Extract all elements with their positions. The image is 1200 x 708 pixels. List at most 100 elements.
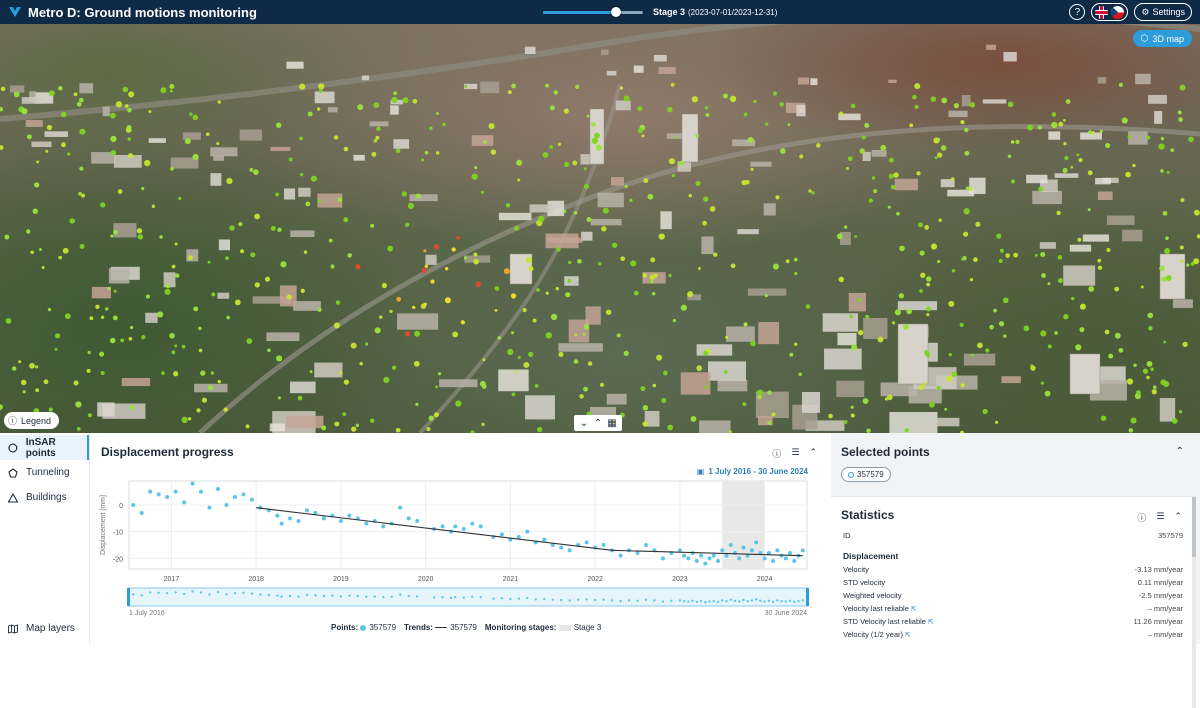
- help-icon[interactable]: ⓘ: [772, 447, 781, 460]
- insar-point-marker: [1159, 265, 1165, 272]
- building: [393, 139, 410, 149]
- chevron-up-icon[interactable]: ⌃: [1176, 446, 1184, 457]
- insar-point-marker: [549, 105, 555, 111]
- building: [963, 353, 996, 366]
- insar-point-marker: [960, 120, 965, 125]
- scrollbar-thumb[interactable]: [1192, 497, 1196, 557]
- insar-point-marker: [557, 142, 562, 146]
- navigator-point: [132, 593, 135, 596]
- insar-point-marker: [899, 245, 905, 252]
- scrollbar[interactable]: [1192, 497, 1196, 708]
- navigator-point: [165, 591, 169, 595]
- insar-point-marker: [1178, 117, 1183, 122]
- insar-point-marker: [335, 300, 341, 305]
- insar-point-marker: [836, 233, 843, 240]
- building: [1054, 173, 1079, 178]
- insar-point-marker: [851, 344, 858, 351]
- insar-point-marker: [690, 416, 697, 422]
- insar-point-marker: [951, 269, 956, 273]
- insar-point-marker: [1023, 325, 1030, 332]
- navigator-point: [148, 591, 152, 594]
- external-link-icon[interactable]: ⇱: [928, 619, 933, 626]
- navigator-point: [801, 599, 804, 602]
- layout-icon[interactable]: ▦: [606, 417, 618, 429]
- displacement-chart[interactable]: 0 -10 -20 2017 2018 2019 2020 2021 2022 2023 2024 D…: [91, 477, 829, 625]
- navigator-point: [191, 590, 194, 593]
- 3d-map-button[interactable]: ⬡ 3D map: [1132, 30, 1192, 47]
- x-tick-label: 2018: [248, 576, 264, 583]
- insar-point-marker: [1088, 130, 1093, 135]
- insar-point-marker: [605, 309, 612, 315]
- stage-slider[interactable]: [543, 6, 643, 17]
- navigator-point: [721, 599, 724, 602]
- data-point: [584, 540, 589, 545]
- external-link-icon[interactable]: ⇱: [911, 606, 916, 613]
- insar-point-marker: [254, 213, 261, 220]
- insar-point-marker: [696, 365, 703, 371]
- insar-point-marker: [26, 134, 32, 140]
- insar-point-marker: [1163, 340, 1167, 344]
- legend-button[interactable]: ⓘ Legend: [4, 412, 60, 429]
- insar-point-marker: [713, 252, 718, 257]
- insar-point-marker: [698, 267, 701, 270]
- insar-point-marker: [764, 294, 768, 298]
- insar-point-marker: [586, 217, 592, 223]
- selected-points-panel: Selected points ⌃ 357579 Statistics ⓘ ☰ …: [831, 433, 1200, 708]
- insar-point-marker: [148, 109, 152, 113]
- insar-point-marker: [30, 250, 34, 254]
- chevron-up-icon[interactable]: ⌃: [809, 447, 817, 460]
- insar-point-marker: [857, 298, 862, 302]
- navigator-point: [216, 590, 220, 594]
- insar-point-marker: [5, 318, 12, 324]
- insar-point-marker: [435, 151, 440, 155]
- external-link-icon[interactable]: ⇱: [905, 632, 910, 639]
- insar-point-marker: [550, 313, 558, 321]
- sidebar-item-tunneling[interactable]: Tunneling: [0, 460, 89, 485]
- chevron-up-icon[interactable]: ⌃: [1174, 511, 1182, 524]
- insar-point-marker: [1062, 118, 1066, 122]
- stage-slider-thumb[interactable]: [611, 6, 621, 17]
- insar-point-marker: [317, 199, 322, 203]
- map-3d-view[interactable]: ⬡ 3D map ⓘ Legend ⌄ ⌃ ▦: [0, 24, 1200, 433]
- chevron-up-icon[interactable]: ⌃: [592, 417, 604, 429]
- insar-point-marker: [109, 112, 116, 119]
- help-button[interactable]: ?: [1069, 4, 1086, 20]
- language-switcher[interactable]: [1091, 3, 1129, 21]
- insar-point-marker: [426, 427, 431, 432]
- navigator-point: [242, 591, 245, 595]
- sidebar-item-buildings[interactable]: Buildings: [0, 485, 89, 510]
- insar-point-marker: [234, 299, 241, 306]
- filter-icon[interactable]: ☰: [791, 447, 799, 460]
- navigator-point: [653, 599, 656, 602]
- navigator-point: [576, 598, 580, 601]
- insar-point-marker: [1040, 251, 1046, 257]
- insar-point-marker: [160, 87, 167, 94]
- help-icon[interactable]: ⓘ: [1137, 511, 1146, 524]
- sidebar-item-map-layers[interactable]: Map layers: [0, 616, 75, 641]
- data-point: [741, 545, 746, 550]
- selected-point-chip[interactable]: 357579: [841, 467, 891, 482]
- english-flag-icon[interactable]: [1095, 5, 1109, 19]
- czech-flag-icon[interactable]: [1111, 5, 1125, 19]
- sidebar-item-insar-points[interactable]: InSAR points: [0, 435, 89, 460]
- insar-point-marker: [452, 331, 459, 338]
- chevron-down-icon[interactable]: ⌄: [578, 417, 590, 429]
- building: [1039, 242, 1056, 249]
- building: [1154, 110, 1163, 124]
- insar-point-marker: [507, 348, 514, 356]
- settings-button[interactable]: ⚙ Settings: [1134, 3, 1192, 21]
- insar-point-marker: [1065, 99, 1071, 104]
- insar-point-marker: [350, 342, 357, 349]
- insar-point-marker: [968, 187, 973, 191]
- stat-value: – mm/year: [1147, 604, 1183, 613]
- filter-icon[interactable]: ☰: [1156, 511, 1164, 524]
- insar-point-marker: [725, 335, 729, 339]
- building: [1063, 265, 1096, 286]
- insar-point-marker: [178, 196, 182, 201]
- insar-point-marker: [430, 279, 435, 284]
- data-point: [364, 521, 369, 526]
- stage-selector[interactable]: Stage 3 (2023-07-01/2023-12-31): [543, 0, 777, 24]
- date-range-button[interactable]: ▣ 1 July 2016 - 30 June 2024: [697, 467, 808, 476]
- navigator-point: [695, 600, 699, 604]
- navigator-point: [365, 595, 368, 599]
